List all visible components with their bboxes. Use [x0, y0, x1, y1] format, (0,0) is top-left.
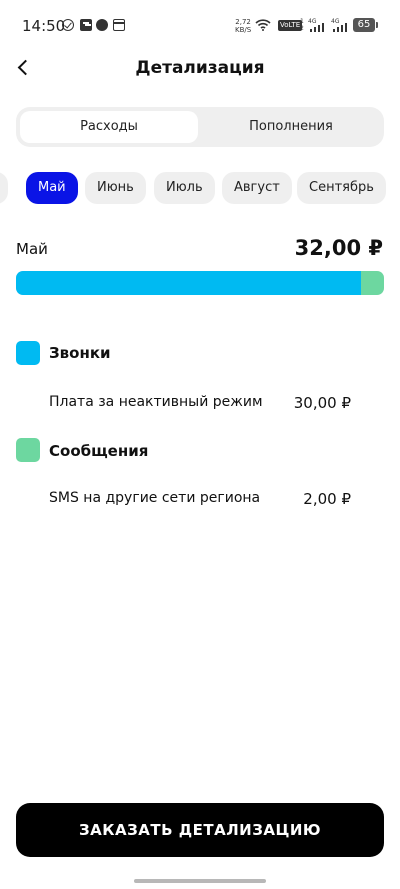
category-title-calls: Звонки	[49, 344, 111, 362]
month-chip-august[interactable]: Август	[222, 172, 292, 204]
item-amount: 2,00 ₽	[303, 490, 351, 508]
month-selector: ь Май Июнь Июль Август Сентябрь	[0, 172, 400, 204]
signal-sim1-icon: 4G	[308, 18, 326, 32]
month-chip-may[interactable]: Май	[26, 172, 78, 204]
month-chip-july[interactable]: Июль	[154, 172, 215, 204]
status-bar: 14:50 2,72 KB/S VoLTE 1 4G 2 4G 65	[0, 0, 400, 52]
item-amount: 30,00 ₽	[293, 394, 351, 412]
calendar-icon	[113, 19, 125, 31]
t-app-icon	[80, 19, 92, 31]
item-label: SMS на другие сети региона	[49, 490, 261, 506]
battery-icon: 65	[353, 18, 378, 32]
page-title: Детализация	[135, 58, 265, 78]
sms-color-swatch	[16, 438, 40, 462]
volte-badge: VoLTE	[278, 20, 303, 31]
total-amount: 32,00 ₽	[294, 236, 383, 260]
tab-expenses[interactable]: Расходы	[20, 111, 198, 143]
usage-bar	[16, 271, 384, 295]
check-circle-icon	[62, 19, 74, 31]
status-time: 14:50	[22, 17, 66, 35]
tab-topups[interactable]: Пополнения	[202, 111, 380, 143]
tab-switcher: Расходы Пополнения	[16, 107, 384, 147]
usage-bar-calls-segment	[16, 271, 361, 295]
sim2-index: 2	[300, 25, 304, 32]
screen: 14:50 2,72 KB/S VoLTE 1 4G 2 4G 65 Детал…	[0, 0, 400, 889]
home-indicator[interactable]	[134, 879, 266, 883]
usage-bar-sms-segment	[361, 271, 384, 295]
month-chip-september[interactable]: Сентябрь	[297, 172, 386, 204]
category-title-sms: Сообщения	[49, 442, 149, 460]
signal-sim2-icon: 4G	[331, 18, 349, 32]
calls-color-swatch	[16, 341, 40, 365]
mir-app-icon	[96, 19, 108, 31]
item-label: Плата за неактивный режим	[49, 394, 263, 410]
network-speed: 2,72 KB/S	[235, 18, 252, 34]
month-chip-prev[interactable]: ь	[0, 172, 8, 204]
month-chip-june[interactable]: Июнь	[85, 172, 146, 204]
wifi-icon	[255, 19, 271, 31]
order-details-button[interactable]: ЗАКАЗАТЬ ДЕТАЛИЗАЦИЮ	[16, 803, 384, 857]
selected-month-label: Май	[16, 240, 48, 258]
sim1-index: 1	[300, 18, 304, 25]
